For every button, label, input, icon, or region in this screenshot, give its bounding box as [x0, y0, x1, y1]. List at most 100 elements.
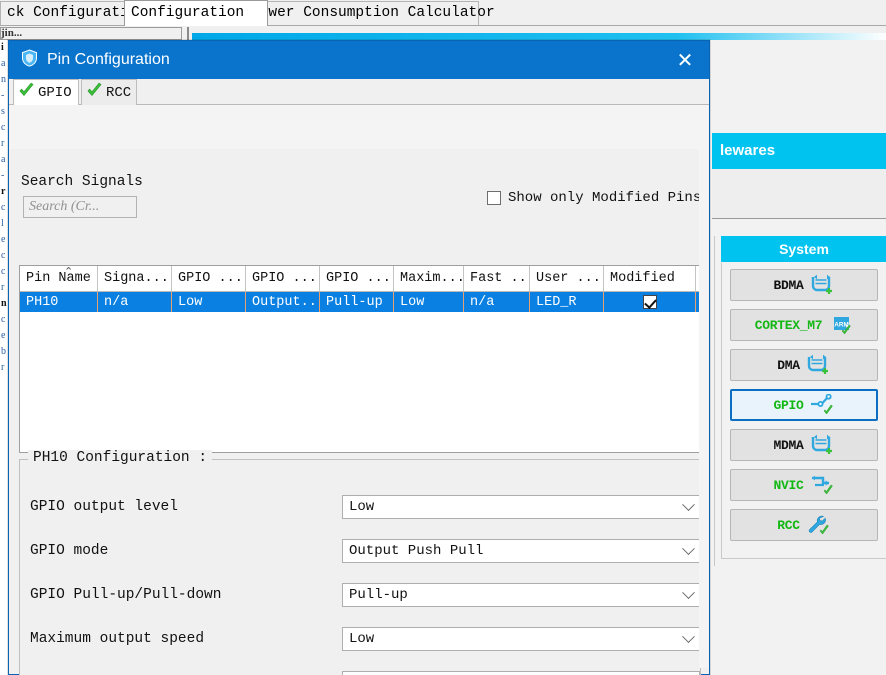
system-panel: System BDMA CORTEX_M7 ARM DMA GPIO MDMA NVIC RC… [714, 236, 886, 566]
tab-gpio[interactable]: GPIO [13, 79, 79, 105]
tab-rcc[interactable]: RCC [81, 79, 137, 105]
field-row: User LabelLED_R [20, 670, 702, 675]
field-label: GPIO mode [30, 543, 109, 559]
table-column-header-label: Pin Name [26, 271, 91, 286]
table-cell: n/a [464, 292, 530, 312]
system-item-label: RCC [777, 517, 800, 533]
search-input[interactable]: Search (Cr... [23, 196, 137, 218]
field-label: GPIO Pull-up/Pull-down [30, 587, 222, 603]
field-row: Maximum output speed Low [20, 626, 702, 652]
check-icon [18, 82, 35, 104]
system-item-nvic[interactable]: NVIC [730, 469, 878, 501]
table-column-header[interactable]: GPIO ... [246, 266, 320, 291]
tab-label: Configuration [131, 5, 245, 21]
system-item-list: BDMA CORTEX_M7 ARM DMA GPIO MDMA NVIC RCC [721, 263, 886, 559]
pin-configuration-groupbox: PH10 Configuration : GPIO output level Lo… [19, 450, 702, 675]
pin-configuration-dialog: Pin Configuration ✕ GPIO RCC Search Sign… [8, 40, 710, 675]
field-value: Output Push Pull [349, 543, 484, 559]
table-column-header[interactable]: Pin Name ⌃ [20, 266, 98, 291]
tab-configuration[interactable]: Configuration [124, 0, 268, 26]
dma-transfer-icon [809, 434, 835, 456]
table-column-header-label: Signa... [104, 271, 169, 286]
system-item-mdma[interactable]: MDMA [730, 429, 878, 461]
dialog-title-bar: Pin Configuration ✕ [9, 41, 709, 79]
background-search-field[interactable]: jin... [0, 27, 182, 40]
show-only-modified-pins-checkbox[interactable] [487, 191, 501, 205]
system-item-bdma[interactable]: BDMA [730, 269, 878, 301]
table-cell: n/a [98, 292, 172, 312]
dma-transfer-icon [809, 274, 835, 296]
system-item-label: NVIC [773, 477, 804, 493]
pin-table: Pin Name ⌃ Signa... GPIO ... GPIO ... GPIO ..… [19, 265, 701, 453]
field-label: GPIO output level [30, 499, 178, 515]
table-column-header[interactable]: User ... [530, 266, 604, 291]
field-value: Low [349, 631, 375, 647]
system-item-gpio[interactable]: GPIO [730, 389, 878, 421]
field-input-user-label[interactable]: LED_R [342, 671, 700, 675]
middlewares-header: lewares [712, 133, 886, 169]
gpio-pin-icon [809, 393, 835, 416]
table-column-header-label: User ... [536, 271, 601, 286]
chevron-down-icon[interactable] [677, 496, 699, 518]
tab-label: Power Consumption Calculator [251, 5, 495, 21]
background-category-bar [192, 33, 886, 40]
table-column-header[interactable]: Maxim... [394, 266, 464, 291]
wrench-icon [805, 514, 831, 536]
tab-label: GPIO [38, 84, 72, 101]
tab-label: RCC [106, 84, 132, 101]
table-column-header[interactable]: Signa... [98, 266, 172, 291]
arm-core-icon: ARM [827, 314, 853, 336]
system-item-label: BDMA [773, 277, 804, 293]
table-column-header-label: GPIO ... [326, 271, 391, 286]
table-column-header[interactable]: Modified [604, 266, 696, 291]
middlewares-label: lewares [720, 142, 776, 159]
table-column-header[interactable]: GPIO ... [320, 266, 394, 291]
sort-ascending-icon: ⌃ [64, 267, 74, 279]
table-body: PH10 n/a Low Output... Pull-up Low n/a LED_R [20, 292, 700, 312]
close-icon[interactable]: ✕ [667, 42, 703, 78]
system-item-label: MDMA [773, 437, 804, 453]
field-select-gpio-mode[interactable]: Output Push Pull [342, 539, 700, 563]
middlewares-body [712, 169, 886, 219]
dialog-tab-content-top [10, 105, 708, 149]
search-signals-label: Search Signals [21, 174, 143, 190]
field-row: GPIO mode Output Push Pull [20, 538, 702, 564]
table-column-header[interactable]: GPIO ... [172, 266, 246, 291]
table-row[interactable]: PH10 n/a Low Output... Pull-up Low n/a LED_R [20, 292, 700, 312]
chevron-down-icon[interactable] [677, 540, 699, 562]
tab-power-consumption-calculator[interactable]: Power Consumption Calculator [244, 1, 495, 25]
system-item-dma[interactable]: DMA [730, 349, 878, 381]
dialog-tabstrip: GPIO RCC [9, 79, 709, 105]
table-header-row: Pin Name ⌃ Signa... GPIO ... GPIO ... GPIO ..… [20, 266, 700, 292]
table-column-header-label: Maxim... [400, 271, 464, 286]
chevron-down-icon[interactable] [677, 628, 699, 650]
table-column-header-label: GPIO ... [252, 271, 317, 286]
table-cell: LED_R [530, 292, 604, 312]
system-item-label: DMA [777, 357, 800, 373]
dialog-vertical-scrollbar[interactable] [699, 105, 708, 668]
field-select-gpio-output-level[interactable]: Low [342, 495, 700, 519]
dialog-body: GPIO RCC Search Signals Search (Cr... Sh… [9, 79, 709, 675]
field-value: Pull-up [349, 587, 408, 603]
system-item-cortex_m7[interactable]: CORTEX_M7 ARM [730, 309, 878, 341]
field-row: GPIO Pull-up/Pull-down Pull-up [20, 582, 702, 608]
table-cell: Low [172, 292, 246, 312]
modified-checkbox[interactable] [642, 295, 657, 309]
system-item-rcc[interactable]: RCC [730, 509, 878, 541]
table-column-header[interactable]: Fast ... [464, 266, 530, 291]
table-column-header-label: GPIO ... [178, 271, 243, 286]
chevron-down-icon[interactable] [677, 584, 699, 606]
system-panel-header: System [721, 236, 886, 262]
field-select-gpio-pull-up-pull-down[interactable]: Pull-up [342, 583, 700, 607]
dialog-title: Pin Configuration [47, 51, 170, 68]
shield-icon [21, 48, 38, 72]
system-item-label: GPIO [773, 397, 804, 413]
field-value: Low [349, 499, 375, 515]
system-item-label: CORTEX_M7 [754, 317, 823, 333]
toolbar-divider [187, 27, 189, 40]
table-cell-modified[interactable] [604, 292, 696, 312]
background-search-text: jin... [1, 27, 23, 39]
show-only-modified-pins-label: Show only Modified Pins [508, 190, 702, 206]
show-only-modified-pins-row[interactable]: Show only Modified Pins [487, 190, 701, 206]
field-select-maximum-output-speed[interactable]: Low [342, 627, 700, 651]
